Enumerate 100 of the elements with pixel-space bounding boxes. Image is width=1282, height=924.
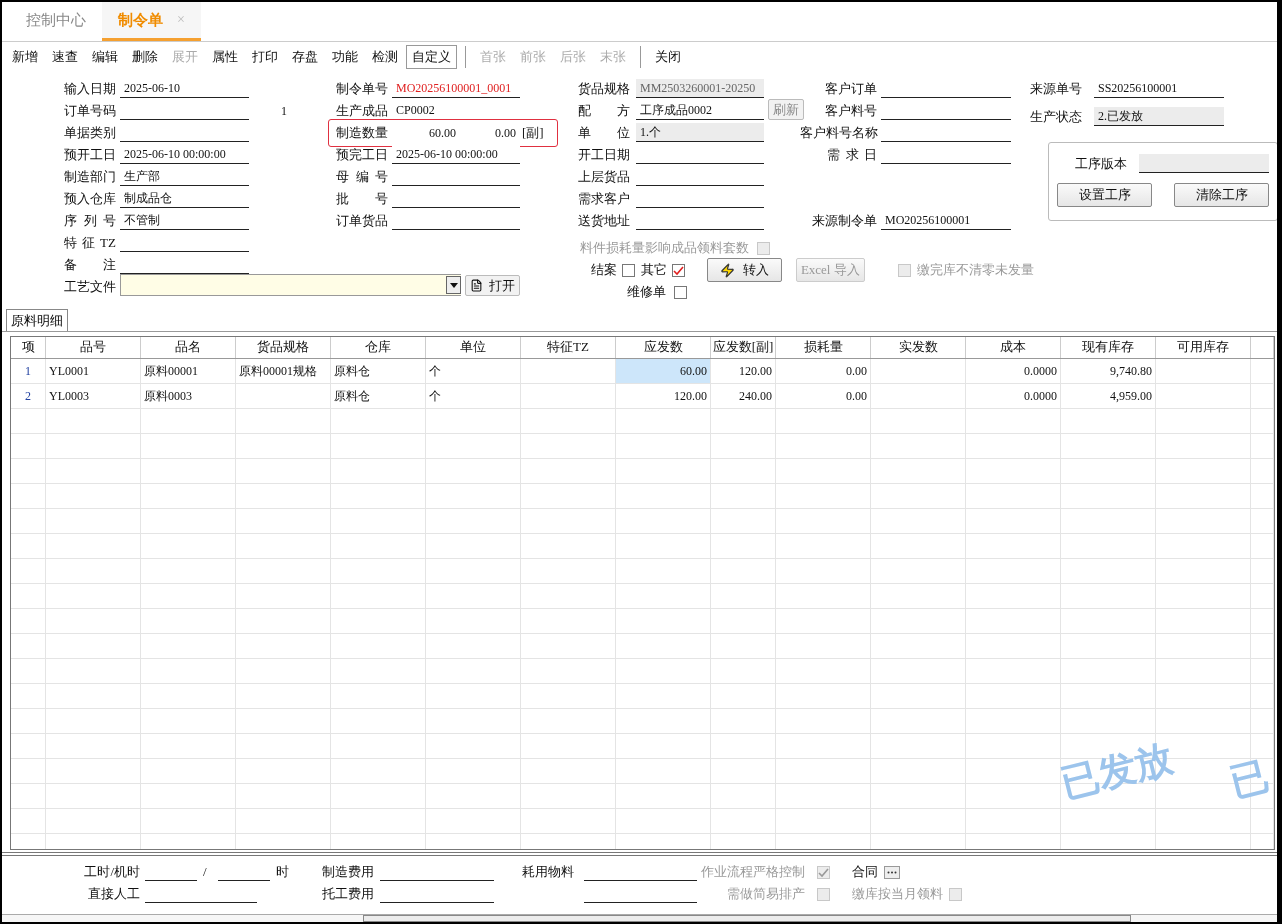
dropdown-field[interactable] <box>120 274 461 296</box>
open-button[interactable]: 打开 <box>465 275 520 296</box>
field-label: 制造费用 <box>322 863 374 881</box>
unit-label: [副] <box>522 124 544 142</box>
stamp-text: 已 <box>1224 752 1274 807</box>
order-count: 1 <box>281 103 287 120</box>
table-cell: 个 <box>426 384 521 408</box>
table-cell: 9,740.80 <box>1061 359 1156 383</box>
table-cell: 原料00001规格 <box>236 359 331 383</box>
field-label: 耗用物料 <box>522 863 574 881</box>
field-label: 配 方 <box>578 102 630 120</box>
option-label: 结案 <box>591 261 617 279</box>
field-label: 送货地址 <box>578 212 630 230</box>
table-cell: 原料仓 <box>331 359 426 383</box>
field-label: 输入日期 <box>64 80 116 98</box>
table-cell: 原料0003 <box>141 384 236 408</box>
column-header[interactable]: 应发数 <box>616 337 711 358</box>
table-cell: 0.00 <box>776 384 871 408</box>
column-header[interactable]: 应发数[副] <box>711 337 776 358</box>
field-label: 单 位 <box>578 124 630 142</box>
table-cell: 240.00 <box>711 384 776 408</box>
tab[interactable]: 原料明细 <box>6 309 68 331</box>
field-label: 批 号 <box>336 190 388 208</box>
field-label: 生产成品 <box>336 102 388 120</box>
field-label: 开工日期 <box>578 146 630 164</box>
column-header[interactable]: 可用库存 <box>1156 337 1251 358</box>
checkbox[interactable] <box>672 263 686 277</box>
document-icon <box>470 279 483 292</box>
column-header[interactable]: 品号 <box>46 337 141 358</box>
field-label: 序 列 号 <box>64 212 116 230</box>
table-cell: 120.00 <box>711 359 776 383</box>
option-label: 料件损耗量影响成品领料套数 <box>580 239 749 257</box>
field-label: 母 编 号 <box>336 168 388 186</box>
option-label: 缴库按当月领料 <box>852 885 943 903</box>
process-button[interactable]: 设置工序 <box>1057 183 1152 207</box>
table-cell: YL0001 <box>46 359 141 383</box>
field-label: 需 求 日 <box>827 146 877 164</box>
quantity-value: 60.00 <box>428 125 456 142</box>
input-field[interactable]: 工序成品0002 <box>636 101 764 120</box>
input-field[interactable]: 制成品仓 <box>120 189 249 208</box>
checkbox[interactable] <box>674 285 687 299</box>
option-label: 其它 <box>641 261 667 279</box>
input-field[interactable]: 生产部 <box>120 167 249 186</box>
option-label: 维修单 <box>627 283 666 301</box>
column-header[interactable]: 单位 <box>426 337 521 358</box>
quantity-value: 0.00 <box>494 125 516 142</box>
field-label: 预完工日 <box>336 146 388 164</box>
column-header[interactable]: 特征TZ <box>521 337 616 358</box>
column-header[interactable]: 仓库 <box>331 337 426 358</box>
input-field[interactable]: MM2503260001-20250 <box>636 79 764 98</box>
checkbox[interactable] <box>622 263 636 277</box>
table-cell: 个 <box>426 359 521 383</box>
field-label: 备 注 <box>64 256 116 274</box>
column-header[interactable]: 货品规格 <box>236 337 331 358</box>
column-header[interactable]: 实发数 <box>871 337 966 358</box>
table-cell: 0.00 <box>776 359 871 383</box>
scrollbar-thumb[interactable] <box>363 915 1131 922</box>
table-cell: YL0003 <box>46 384 141 408</box>
field-label: 客户料号名称 <box>800 124 877 142</box>
import-button[interactable]: 转入 <box>706 258 782 282</box>
table-cell: 120.00 <box>616 384 711 408</box>
input-field[interactable]: 不管制 <box>120 211 249 230</box>
field-label: 直接人工 <box>88 885 140 903</box>
table-cell: 4,959.00 <box>1061 384 1156 408</box>
lightning-icon <box>719 262 735 278</box>
table-cell: 原料仓 <box>331 384 426 408</box>
input-field[interactable]: 1.个 <box>636 123 764 142</box>
field-label: 特征TZ <box>64 234 116 252</box>
table-cell: 2 <box>11 384 46 408</box>
input-field[interactable]: 2.已发放 <box>1094 107 1224 126</box>
field-label: 制造数量 <box>336 124 388 142</box>
column-header[interactable]: 损耗量 <box>776 337 871 358</box>
field-label: 预入仓库 <box>64 190 116 208</box>
column-header[interactable]: 现有库存 <box>1061 337 1156 358</box>
unit-label: 时 <box>275 863 289 881</box>
column-header[interactable]: 成本 <box>966 337 1061 358</box>
field-label: 订单货品 <box>336 212 388 230</box>
toolbar-button[interactable]: 自定义 <box>406 45 457 69</box>
field-label: 需求客户 <box>578 190 630 208</box>
table-cell: 1 <box>11 359 46 383</box>
field-label: 订单号码 <box>64 102 116 120</box>
input-field[interactable]: 2025-06-10 00:00:00 <box>392 145 520 164</box>
field-label: 制令单号 <box>336 80 388 98</box>
field-label: 来源单号 <box>1030 80 1082 98</box>
field-label: 上层货品 <box>578 168 630 186</box>
field-label: 客户订单 <box>825 80 877 98</box>
field-label: 单据类别 <box>64 124 116 142</box>
option-label: 需做简易排产 <box>727 885 806 903</box>
field-label: 预开工日 <box>64 146 116 164</box>
stamp-text: 已发放 <box>1055 734 1179 809</box>
option-label: 作业流程严格控制 <box>701 863 806 881</box>
process-button[interactable]: 清除工序 <box>1174 183 1269 207</box>
column-header[interactable]: 品名 <box>141 337 236 358</box>
separator-text: / <box>203 864 207 880</box>
column-header[interactable]: 项 <box>11 337 46 358</box>
field-label: 工艺文件 <box>64 278 116 296</box>
field-label: 货品规格 <box>578 80 630 98</box>
input-field[interactable] <box>1139 154 1269 173</box>
more-icon[interactable] <box>884 865 900 879</box>
table-cell: 0.0000 <box>966 359 1061 383</box>
